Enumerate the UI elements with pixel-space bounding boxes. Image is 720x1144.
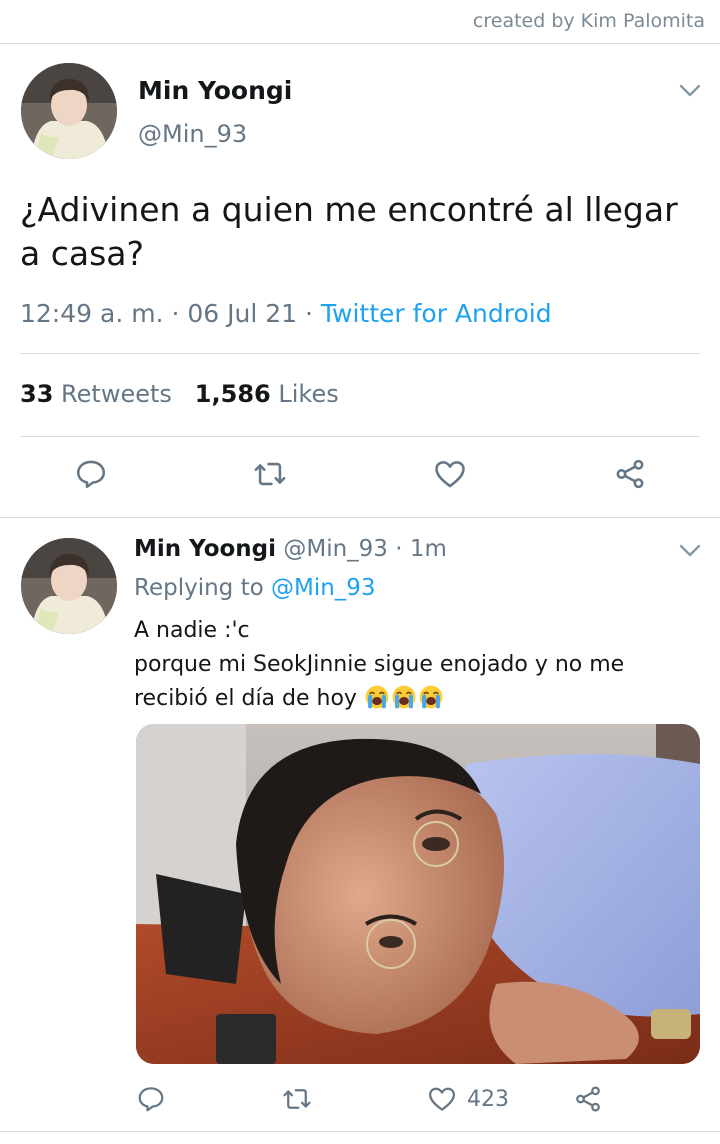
tweet-time: 12:49 a. m.	[20, 299, 164, 328]
share-button[interactable]	[610, 454, 650, 494]
crying-emoji-group	[364, 685, 445, 711]
divider	[20, 353, 700, 354]
reply-like-count: 423	[467, 1086, 509, 1112]
avatar-photo	[21, 63, 117, 159]
share-icon	[576, 1086, 600, 1112]
separator: ·	[297, 299, 321, 328]
media-photo	[136, 724, 700, 1064]
loudly-crying-face-icon	[392, 685, 416, 709]
divider	[0, 43, 720, 44]
retweet-icon	[254, 462, 286, 486]
likes-label: Likes	[278, 380, 339, 408]
retweet-button[interactable]	[250, 454, 290, 494]
divider	[0, 517, 720, 518]
reply-like-button[interactable]: 423	[427, 1083, 509, 1115]
reply-text: A nadie :'c porque mi SeokJinnie sigue e…	[134, 614, 694, 716]
author-name[interactable]: Min Yoongi	[138, 76, 292, 105]
avatar[interactable]	[21, 63, 117, 159]
reply-line-2: porque mi SeokJinnie sigue enojado y no …	[134, 648, 694, 716]
share-icon	[616, 459, 644, 489]
tweet-screenshot: created by Kim Palomita Min Yoongi @Min_…	[0, 0, 720, 1144]
reply-header: Min Yoongi @Min_93 · 1m	[134, 536, 447, 562]
loudly-crying-face-icon	[365, 685, 389, 709]
avatar-photo	[21, 538, 117, 634]
reply-age: 1m	[409, 536, 447, 562]
tweet-meta: 12:49 a. m. · 06 Jul 21 · Twitter for An…	[20, 299, 552, 328]
reply-bubble-icon	[138, 1087, 164, 1112]
tweet-stats: 33 Retweets 1,586 Likes	[20, 380, 339, 408]
replying-label: Replying to	[134, 575, 264, 601]
loudly-crying-face-icon	[419, 685, 443, 709]
chevron-down-icon[interactable]	[679, 544, 701, 558]
reply-button[interactable]	[71, 454, 111, 494]
author-handle[interactable]: @Min_93	[138, 120, 247, 148]
retweets-label: Retweets	[61, 380, 172, 408]
tweet-date: 06 Jul 21	[187, 299, 298, 328]
heart-icon	[429, 1087, 455, 1111]
reply-bubble-icon	[76, 460, 106, 489]
divider	[0, 1131, 720, 1132]
retweets-count: 33	[20, 380, 54, 408]
likes-stat[interactable]: 1,586 Likes	[195, 380, 339, 408]
reply-author-name[interactable]: Min Yoongi	[134, 536, 276, 562]
reply-author-handle[interactable]: @Min_93	[283, 536, 388, 562]
divider	[20, 436, 700, 437]
tweet-source-link[interactable]: Twitter for Android	[321, 299, 552, 328]
replying-handle-link[interactable]: @Min_93	[271, 575, 376, 601]
retweet-icon	[283, 1089, 311, 1109]
separator: ·	[163, 299, 188, 328]
reply-retweet-button[interactable]	[282, 1083, 312, 1115]
tweet-text: ¿Adivinen a quien me encontré al llegar …	[20, 190, 678, 273]
chevron-down-icon[interactable]	[679, 84, 701, 98]
retweets-stat[interactable]: 33 Retweets	[20, 380, 172, 408]
replying-to: Replying to @Min_93	[134, 575, 376, 601]
reply-avatar[interactable]	[21, 538, 117, 634]
credit-watermark: created by Kim Palomita	[472, 10, 705, 32]
reply-share-button[interactable]	[573, 1083, 603, 1115]
likes-count: 1,586	[194, 380, 271, 408]
like-button[interactable]	[430, 454, 470, 494]
reply-line-1: A nadie :'c	[134, 618, 250, 643]
heart-icon	[435, 461, 465, 488]
reply-reply-button[interactable]	[136, 1083, 166, 1115]
tweet-media-image[interactable]	[136, 724, 700, 1064]
separator: ·	[387, 536, 410, 562]
